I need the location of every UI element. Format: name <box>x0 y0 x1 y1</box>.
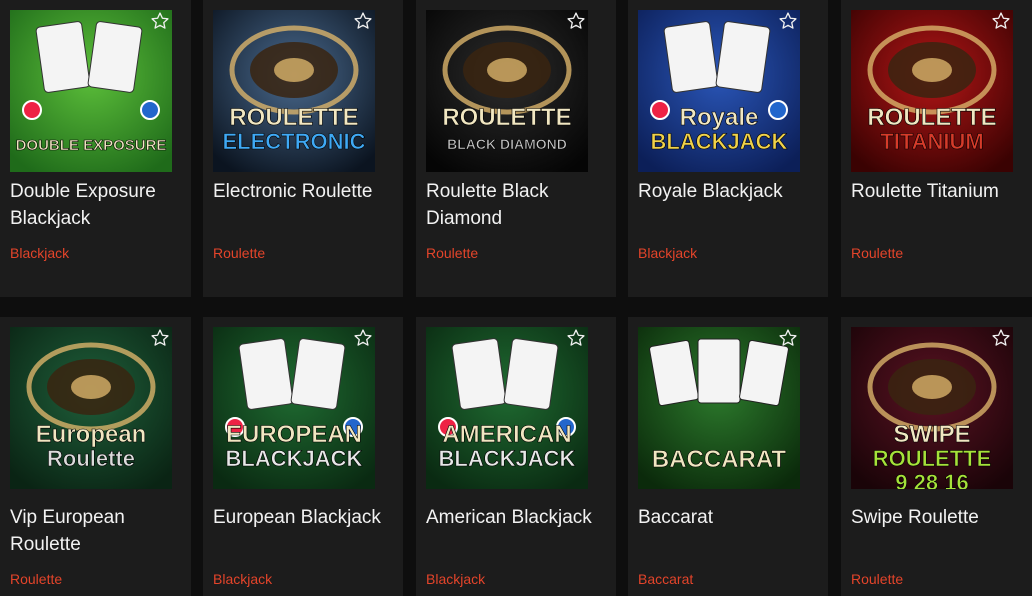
game-artwork: EuropeanRoulette <box>10 327 172 489</box>
game-title[interactable]: Double Exposure Blackjack <box>10 178 181 232</box>
game-category[interactable]: Baccarat <box>638 570 693 588</box>
svg-text:Royale: Royale <box>680 104 759 131</box>
game-category[interactable]: Roulette <box>851 570 903 588</box>
game-card[interactable]: EUROPEAN BLACKJACK European Blackjack Black… <box>203 317 403 596</box>
game-grid: DOUBLE EXPOSURE Double Exposure Blackjack… <box>0 0 1032 596</box>
game-title[interactable]: European Blackjack <box>213 504 393 531</box>
svg-text:ROULETTE: ROULETTE <box>442 104 571 131</box>
game-category[interactable]: Blackjack <box>213 570 272 588</box>
game-category[interactable]: Roulette <box>426 244 478 262</box>
star-outline-icon[interactable] <box>150 11 170 31</box>
game-artwork: ROULETTE BLACK DIAMOND <box>426 10 588 172</box>
svg-text:BLACKJACK: BLACKJACK <box>226 446 363 471</box>
game-artwork: ROULETTETITANIUM <box>851 10 1013 172</box>
game-category[interactable]: Roulette <box>10 570 62 588</box>
game-title[interactable]: Vip European Roulette <box>10 504 181 558</box>
game-card[interactable]: European Roulette Vip European Roulette Rou… <box>0 317 191 596</box>
game-category[interactable]: Blackjack <box>638 244 697 262</box>
game-title[interactable]: Royale Blackjack <box>638 178 818 205</box>
game-thumbnail[interactable]: SWIPE ROULETTE 9 28 16 <box>851 327 1013 489</box>
svg-text:BLACKJACK: BLACKJACK <box>439 446 576 471</box>
svg-text:DOUBLE EXPOSURE: DOUBLE EXPOSURE <box>16 137 167 154</box>
svg-text:Roulette: Roulette <box>47 446 135 471</box>
game-title[interactable]: Baccarat <box>638 504 818 531</box>
svg-text:ROULETTE: ROULETTE <box>873 446 992 471</box>
star-outline-icon[interactable] <box>566 11 586 31</box>
game-card[interactable]: DOUBLE EXPOSURE Double Exposure Blackjack… <box>0 0 191 297</box>
game-card[interactable]: SWIPE ROULETTE 9 28 16 Swipe Roulette Roulet… <box>841 317 1032 596</box>
svg-text:ROULETTE: ROULETTE <box>229 104 358 131</box>
game-category[interactable]: Roulette <box>213 244 265 262</box>
svg-text:BLACK DIAMOND: BLACK DIAMOND <box>447 136 567 152</box>
game-artwork: ROULETTEELECTRONIC <box>213 10 375 172</box>
game-card[interactable]: ROULETTE BLACK DIAMOND Roulette Black Diam… <box>416 0 616 297</box>
star-outline-icon[interactable] <box>566 328 586 348</box>
star-outline-icon[interactable] <box>991 11 1011 31</box>
game-title[interactable]: Swipe Roulette <box>851 504 1022 531</box>
game-artwork: RoyaleBLACKJACK <box>638 10 800 172</box>
game-category[interactable]: Blackjack <box>426 570 485 588</box>
svg-text:9 28 16: 9 28 16 <box>895 470 968 489</box>
star-outline-icon[interactable] <box>991 328 1011 348</box>
game-card[interactable]: ROULETTE TITANIUM Roulette Titanium Roulett… <box>841 0 1032 297</box>
game-thumbnail[interactable]: DOUBLE EXPOSURE <box>10 10 172 172</box>
game-artwork: AMERICANBLACKJACK <box>426 327 588 489</box>
game-card[interactable]: BACCARAT Baccarat Baccarat <box>628 317 828 596</box>
star-outline-icon[interactable] <box>778 328 798 348</box>
svg-text:BLACKJACK: BLACKJACK <box>651 129 788 154</box>
game-thumbnail[interactable]: EUROPEAN BLACKJACK <box>213 327 375 489</box>
game-title[interactable]: Roulette Black Diamond <box>426 178 606 232</box>
game-thumbnail[interactable]: BACCARAT <box>638 327 800 489</box>
game-category[interactable]: Roulette <box>851 244 903 262</box>
svg-text:ELECTRONIC: ELECTRONIC <box>223 129 366 154</box>
game-card[interactable]: ROULETTE ELECTRONIC Electronic Roulette Rou… <box>203 0 403 297</box>
svg-text:European: European <box>36 421 147 448</box>
game-thumbnail[interactable]: Royale BLACKJACK <box>638 10 800 172</box>
game-category[interactable]: Blackjack <box>10 244 69 262</box>
game-artwork: BACCARAT <box>638 327 800 489</box>
svg-text:AMERICAN: AMERICAN <box>442 421 571 448</box>
game-title[interactable]: Electronic Roulette <box>213 178 393 205</box>
svg-text:BACCARAT: BACCARAT <box>652 446 787 473</box>
game-title[interactable]: American Blackjack <box>426 504 606 531</box>
game-title[interactable]: Roulette Titanium <box>851 178 1022 205</box>
svg-text:ROULETTE: ROULETTE <box>867 104 996 131</box>
game-thumbnail[interactable]: European Roulette <box>10 327 172 489</box>
game-thumbnail[interactable]: AMERICAN BLACKJACK <box>426 327 588 489</box>
game-thumbnail[interactable]: ROULETTE TITANIUM <box>851 10 1013 172</box>
game-card[interactable]: Royale BLACKJACK Royale Blackjack Blackjack <box>628 0 828 297</box>
svg-text:SWIPE: SWIPE <box>893 421 970 448</box>
game-artwork: DOUBLE EXPOSURE <box>10 10 172 172</box>
star-outline-icon[interactable] <box>778 11 798 31</box>
svg-text:TITANIUM: TITANIUM <box>880 129 983 154</box>
svg-text:EUROPEAN: EUROPEAN <box>226 421 362 448</box>
star-outline-icon[interactable] <box>150 328 170 348</box>
star-outline-icon[interactable] <box>353 11 373 31</box>
star-outline-icon[interactable] <box>353 328 373 348</box>
game-card[interactable]: AMERICAN BLACKJACK American Blackjack Black… <box>416 317 616 596</box>
game-artwork: EUROPEANBLACKJACK <box>213 327 375 489</box>
game-thumbnail[interactable]: ROULETTE BLACK DIAMOND <box>426 10 588 172</box>
game-thumbnail[interactable]: ROULETTE ELECTRONIC <box>213 10 375 172</box>
game-artwork: SWIPEROULETTE9 28 16 <box>851 327 1013 489</box>
